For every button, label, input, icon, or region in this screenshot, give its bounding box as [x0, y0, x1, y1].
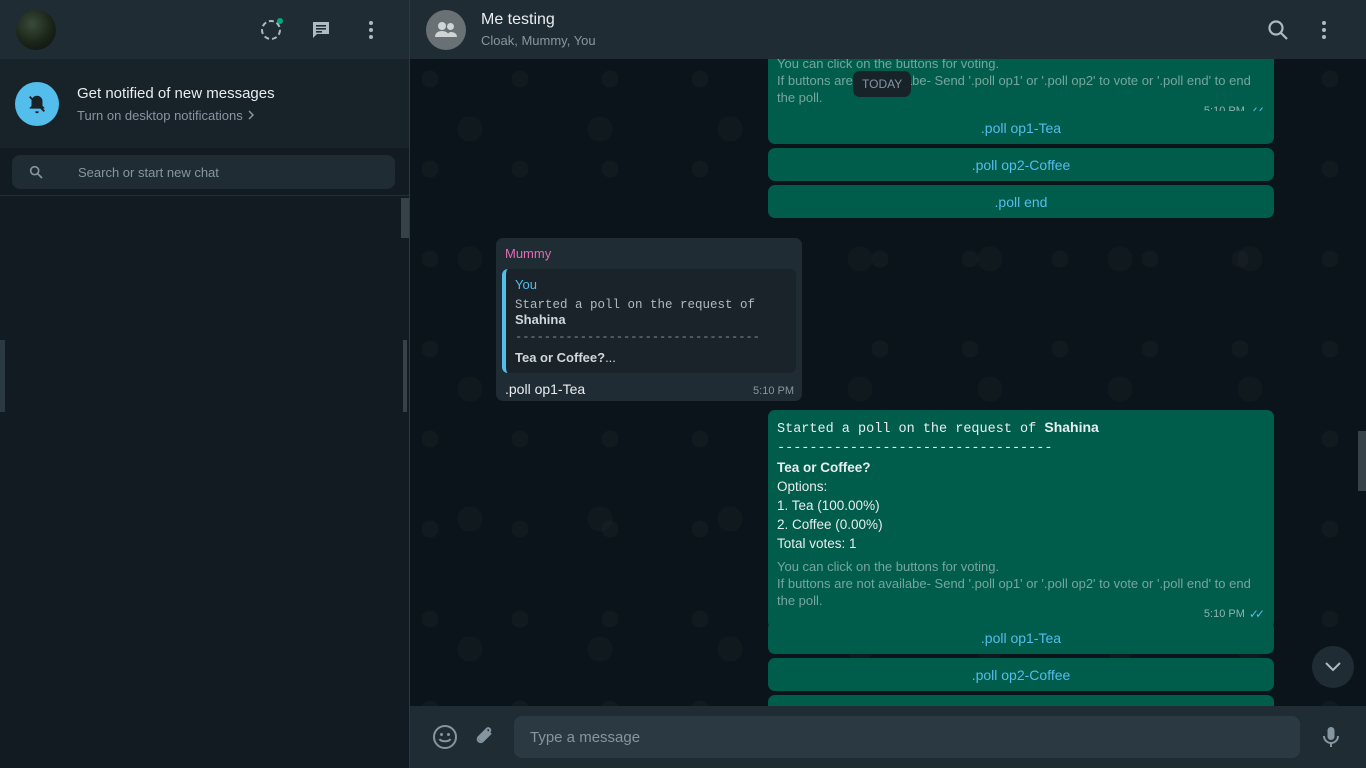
whatsapp-web-app: Get notified of new messages Turn on des…: [0, 0, 1366, 768]
sidebar-menu-button[interactable]: [357, 16, 385, 44]
poll-hint-partial: You can click on the buttons for voting.: [777, 59, 1000, 71]
notification-banner[interactable]: Get notified of new messages Turn on des…: [0, 59, 409, 148]
voice-message-button[interactable]: [1316, 722, 1346, 752]
notification-title: Get notified of new messages: [77, 84, 275, 102]
message-input-box[interactable]: [514, 716, 1300, 758]
notification-badge: [15, 81, 59, 126]
chevron-down-icon: [1325, 662, 1341, 672]
poll-option-1: 1. Tea (100.00%): [777, 498, 880, 513]
chevron-right-icon: [248, 110, 254, 120]
poll-button-end[interactable]: .poll end: [768, 185, 1274, 218]
incoming-time: 5:10 PM: [753, 385, 794, 397]
chat-list-scrollbar-thumb[interactable]: [403, 340, 407, 412]
quoted-poll-prefix: Started a poll on the request of: [515, 298, 756, 312]
group-avatar[interactable]: [426, 9, 466, 50]
message-input[interactable]: [530, 728, 1300, 746]
chat-list-scrollbar[interactable]: [401, 198, 409, 238]
emoji-button[interactable]: [430, 722, 460, 752]
poll-hint-fallback: If buttons are not availabe- Send '.poll…: [777, 73, 1251, 105]
microphone-icon: [1323, 727, 1339, 747]
emoji-icon: [433, 725, 457, 749]
status-unread-dot: [277, 17, 283, 24]
message-meta: 5:10 PM ✓✓: [777, 607, 1265, 621]
chat-title-block[interactable]: Me testing Cloak, Mummy, You: [481, 11, 1264, 48]
new-chat-icon: [313, 21, 329, 38]
search-icon: [1268, 19, 1288, 40]
poll-requester: Shahina: [1044, 419, 1099, 435]
poll-divider: ----------------------------------: [777, 441, 1053, 456]
incoming-message[interactable]: Mummy You Started a poll on the request …: [496, 238, 802, 401]
poll-button-op1[interactable]: .poll op1-Tea: [768, 111, 1274, 144]
message-time: 5:10 PM: [1203, 608, 1245, 620]
group-icon: [435, 21, 457, 37]
quoted-divider: ----------------------------------: [515, 330, 760, 344]
bell-off-icon: [29, 95, 45, 113]
notification-subtitle: Turn on desktop notifications: [77, 107, 243, 123]
quoted-author: You: [515, 277, 537, 292]
poll-header: Started a poll on the request of Shahina: [777, 418, 1265, 439]
scroll-down-button[interactable]: [1312, 646, 1354, 688]
search-icon: [29, 165, 43, 179]
message-scrollbar[interactable]: [1358, 431, 1366, 491]
chat-title: Me testing: [481, 11, 555, 28]
new-chat-button[interactable]: [307, 16, 335, 44]
search-messages-button[interactable]: [1264, 16, 1292, 44]
outgoing-poll-message[interactable]: Started a poll on the request of Shahina…: [768, 410, 1274, 629]
search-bar: [0, 148, 409, 196]
status-button[interactable]: [257, 16, 285, 44]
poll-button-op2[interactable]: .poll op2-Coffee: [768, 148, 1274, 181]
poll-hint-fallback: If buttons are not availabe- Send '.poll…: [777, 576, 1251, 608]
chat-actions: [1264, 16, 1338, 44]
poll-prefix: Started a poll on the request of: [777, 422, 1037, 437]
double-check-icon: ✓✓: [1248, 607, 1265, 621]
message-sender: Mummy: [505, 246, 552, 261]
search-input[interactable]: [78, 164, 358, 180]
poll-question: Tea or Coffee?: [777, 460, 871, 475]
menu-dots-icon: [369, 20, 373, 39]
message-list[interactable]: You can click on the buttons for voting.…: [410, 59, 1366, 706]
chat-panel: Me testing Cloak, Mummy, You You can cli…: [410, 0, 1366, 768]
attach-button[interactable]: [470, 722, 500, 752]
poll-button-end[interactable]: .poll end: [768, 695, 1274, 706]
poll-options-label: Options:: [777, 479, 828, 494]
poll-option-2: 2. Coffee (0.00%): [777, 517, 883, 532]
notification-text: Get notified of new messages Turn on des…: [77, 85, 275, 123]
quoted-ellipsis: ...: [605, 350, 616, 365]
sidebar: Get notified of new messages Turn on des…: [0, 0, 410, 768]
chat-menu-button[interactable]: [1310, 16, 1338, 44]
poll-hint: You can click on the buttons for voting.: [777, 559, 1000, 574]
poll-total-votes: Total votes: 1: [777, 536, 857, 551]
quoted-question-line: Tea or Coffee?...: [515, 350, 788, 365]
profile-avatar[interactable]: [16, 9, 56, 50]
quoted-poll-name: Shahina: [515, 312, 566, 327]
message-composer: [410, 706, 1366, 768]
incoming-text-row: .poll op1-Tea 5:10 PM: [505, 381, 796, 397]
sidebar-actions: [257, 16, 385, 44]
poll-button-op1[interactable]: .poll op1-Tea: [768, 621, 1274, 654]
paperclip-icon: [476, 727, 492, 744]
sidebar-edge-marker: [0, 340, 5, 412]
chat-members: Cloak, Mummy, You: [481, 33, 596, 48]
menu-dots-icon: [1322, 20, 1326, 39]
chat-header[interactable]: Me testing Cloak, Mummy, You: [410, 0, 1366, 59]
quoted-question: Tea or Coffee?: [515, 350, 606, 365]
poll-button-op2[interactable]: .poll op2-Coffee: [768, 658, 1274, 691]
incoming-text: .poll op1-Tea: [505, 381, 586, 397]
quoted-poll-header: Started a poll on the request of Shahina: [515, 298, 788, 328]
quoted-message[interactable]: You Started a poll on the request of Sha…: [502, 269, 796, 373]
sidebar-header: [0, 0, 409, 59]
date-chip: TODAY: [853, 71, 912, 97]
search-box[interactable]: [12, 155, 395, 189]
notification-link[interactable]: Turn on desktop notifications: [77, 108, 275, 123]
